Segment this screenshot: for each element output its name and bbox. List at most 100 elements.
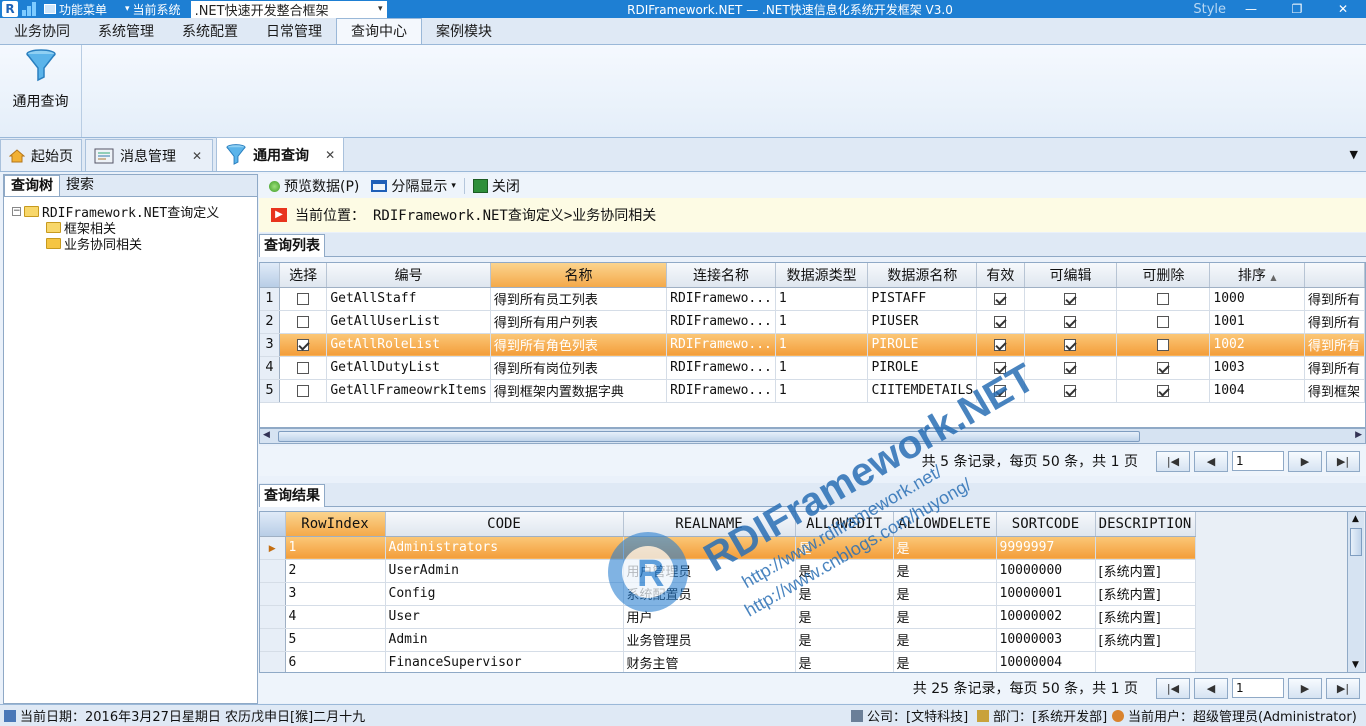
checkbox-cell[interactable] <box>279 310 328 334</box>
col-name[interactable]: 名称 <box>490 263 668 288</box>
checkbox-cell[interactable] <box>1024 379 1118 403</box>
checkbox-cell[interactable] <box>279 287 328 311</box>
scroll-up-icon[interactable]: ▲ <box>1352 514 1359 524</box>
cell-description[interactable]: 得到所有 <box>1304 356 1365 380</box>
ribbon-tab-system-config[interactable]: 系统配置 <box>168 20 252 44</box>
general-query-button[interactable]: 通用查询 <box>0 45 82 137</box>
checkbox[interactable] <box>297 361 310 374</box>
last-page-button[interactable]: ▶| <box>1326 450 1360 472</box>
cell-realname[interactable]: 用户管理员 <box>623 559 796 583</box>
row-header[interactable] <box>260 582 286 606</box>
cell-ds-type[interactable]: 1 <box>775 287 869 311</box>
cell-sortcode[interactable]: 10000002 <box>996 605 1096 629</box>
tab-query-tree[interactable]: 查询树 <box>4 175 60 196</box>
preview-data-button[interactable]: 预览数据(P) <box>265 176 363 196</box>
tab-list-dropdown-icon[interactable]: ▼ <box>1350 148 1358 161</box>
cell-connection[interactable]: RDIFramewo... <box>666 356 776 380</box>
cell-connection[interactable]: RDIFramewo... <box>666 310 776 334</box>
cell-ds-name[interactable]: PIROLE <box>867 333 978 357</box>
cell-realname[interactable]: 系统配置员 <box>623 582 796 606</box>
checkbox-cell[interactable] <box>976 333 1025 357</box>
tab-general-query[interactable]: 通用查询 ✕ <box>216 137 345 171</box>
cell-realname[interactable]: 业务管理员 <box>623 628 796 652</box>
row-header[interactable]: 2 <box>260 310 281 334</box>
cell-sortcode[interactable]: 10000000 <box>996 559 1096 583</box>
cell-description[interactable] <box>1095 651 1196 672</box>
checkbox-cell[interactable] <box>1024 333 1118 357</box>
table-row[interactable]: 6 FinanceSupervisor 财务主管是是 10000004 <box>260 651 1196 672</box>
ribbon-tab-query-center[interactable]: 查询中心 <box>336 18 422 44</box>
close-button[interactable]: 关闭 <box>469 176 524 196</box>
checkbox[interactable] <box>1157 384 1170 397</box>
row-header[interactable]: 1 <box>260 287 281 311</box>
row-header[interactable] <box>260 605 286 629</box>
col-allowdelete[interactable]: ALLOWDELETE <box>893 512 997 537</box>
cell-allowdelete[interactable]: 是 <box>893 559 997 583</box>
checkbox[interactable] <box>1064 361 1077 374</box>
tree-node-root[interactable]: − RDIFramework.NET查询定义 <box>12 203 257 221</box>
checkbox-cell[interactable] <box>976 310 1025 334</box>
tab-search[interactable]: 搜索 <box>60 175 100 196</box>
checkbox-cell[interactable] <box>279 356 328 380</box>
checkbox[interactable] <box>297 315 310 328</box>
row-header[interactable]: 3 <box>260 333 281 357</box>
next-page-button[interactable]: ▶ <box>1288 677 1322 699</box>
cell-connection[interactable]: RDIFramewo... <box>666 287 776 311</box>
cell-allowedit[interactable]: 是 <box>795 582 894 606</box>
page-input[interactable]: 1 <box>1232 678 1284 698</box>
cell-rowindex[interactable]: 1 <box>285 536 386 560</box>
cell-code[interactable]: UserAdmin <box>385 559 624 583</box>
cell-allowdelete[interactable]: 是 <box>893 628 997 652</box>
scroll-right-icon[interactable]: ▶ <box>1355 430 1362 440</box>
checkbox-cell[interactable] <box>976 379 1025 403</box>
col-rowindex[interactable]: RowIndex <box>285 512 386 537</box>
ribbon-tab-cases[interactable]: 案例模块 <box>422 20 506 44</box>
cell-allowdelete[interactable]: 是 <box>893 651 997 672</box>
cell-description[interactable]: 得到框架 <box>1304 379 1365 403</box>
cell-ds-type[interactable]: 1 <box>775 333 869 357</box>
cell-realname[interactable] <box>623 536 796 560</box>
table-row[interactable]: 2 UserAdmin 用户管理员是是 10000000 [系统内置] <box>260 559 1196 583</box>
close-tab-icon[interactable]: ✕ <box>192 149 202 163</box>
scroll-down-icon[interactable]: ▼ <box>1352 660 1359 670</box>
next-page-button[interactable]: ▶ <box>1288 450 1322 472</box>
query-list-title[interactable]: 查询列表 <box>259 234 325 257</box>
col-connection[interactable]: 连接名称 <box>666 263 776 288</box>
ribbon-tab-system-manage[interactable]: 系统管理 <box>84 20 168 44</box>
cell-sort[interactable]: 1002 <box>1209 333 1306 357</box>
checkbox-cell[interactable] <box>1116 287 1211 311</box>
col-sortcode[interactable]: SORTCODE <box>996 512 1096 537</box>
cell-allowedit[interactable]: 是 <box>795 651 894 672</box>
cell-code[interactable]: Admin <box>385 628 624 652</box>
cell-sort[interactable]: 1000 <box>1209 287 1306 311</box>
row-header[interactable] <box>260 628 286 652</box>
checkbox-cell[interactable] <box>1116 310 1211 334</box>
close-button[interactable]: ✕ <box>1320 0 1366 18</box>
table-row[interactable]: 4 GetAllDutyList 得到所有岗位列表 RDIFramewo... 1 PIR… <box>260 356 1365 380</box>
cell-allowedit[interactable]: 是 <box>795 559 894 583</box>
cell-code[interactable]: Administrators <box>385 536 624 560</box>
checkbox[interactable] <box>1157 338 1170 351</box>
checkbox[interactable] <box>1157 292 1170 305</box>
checkbox[interactable] <box>297 338 310 351</box>
checkbox[interactable] <box>994 384 1007 397</box>
col-code[interactable]: 编号 <box>326 263 491 288</box>
cell-ds-type[interactable]: 1 <box>775 379 869 403</box>
cell-allowedit[interactable]: 是 <box>795 605 894 629</box>
cell-rowindex[interactable]: 5 <box>285 628 386 652</box>
prev-page-button[interactable]: ◀ <box>1194 677 1228 699</box>
cell-description[interactable]: 得到所有 <box>1304 287 1365 311</box>
checkbox[interactable] <box>1064 315 1077 328</box>
cell-connection[interactable]: RDIFramewo... <box>666 379 776 403</box>
cell-code[interactable]: FinanceSupervisor <box>385 651 624 672</box>
checkbox[interactable] <box>1064 384 1077 397</box>
col-allowedit[interactable]: ALLOWEDIT <box>795 512 894 537</box>
table-row[interactable]: 2 GetAllUserList 得到所有用户列表 RDIFramewo... 1 PIU… <box>260 310 1365 334</box>
col-ds-type[interactable]: 数据源类型 <box>775 263 869 288</box>
checkbox-cell[interactable] <box>1116 379 1211 403</box>
grid-corner[interactable] <box>260 512 286 537</box>
checkbox[interactable] <box>1064 338 1077 351</box>
row-header[interactable] <box>260 651 286 672</box>
cell-description[interactable]: 得到所有 <box>1304 310 1365 334</box>
query-result-title[interactable]: 查询结果 <box>259 484 325 507</box>
